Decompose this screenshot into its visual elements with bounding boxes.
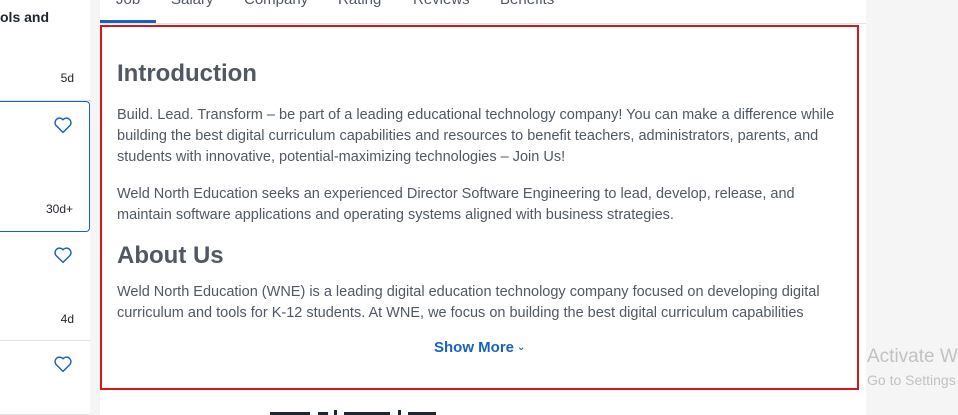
job-card[interactable]: ols and 5d bbox=[0, 0, 90, 101]
section-heading-introduction: Introduction bbox=[117, 60, 257, 87]
job-detail-panel: Job Salary Company Rating Reviews Benefi… bbox=[100, 0, 866, 415]
section-heading-about-us: About Us bbox=[117, 242, 224, 269]
job-card[interactable]: 4d bbox=[0, 232, 90, 341]
job-tabs: Job Salary Company Rating Reviews Benefi… bbox=[100, 0, 866, 24]
job-card[interactable] bbox=[0, 341, 90, 415]
tab-company[interactable]: Company bbox=[244, 0, 308, 8]
show-more-button[interactable]: Show More ⌄ bbox=[434, 339, 525, 356]
active-tab-indicator bbox=[100, 20, 156, 23]
windows-activation-watermark-sub: Go to Settings bbox=[867, 372, 956, 388]
tab-reviews[interactable]: Reviews bbox=[413, 0, 470, 8]
tab-benefits[interactable]: Benefits bbox=[500, 0, 554, 8]
description-paragraph: Build. Lead. Transform – be part of a le… bbox=[117, 107, 835, 165]
job-card-selected[interactable]: 30d+ bbox=[0, 101, 90, 232]
tab-salary[interactable]: Salary bbox=[171, 0, 214, 8]
heart-icon[interactable] bbox=[53, 355, 73, 373]
chevron-down-icon: ⌄ bbox=[517, 342, 526, 353]
tab-rating[interactable]: Rating bbox=[338, 0, 381, 8]
heart-icon[interactable] bbox=[53, 116, 73, 134]
description-paragraph: Weld North Education seeks an experience… bbox=[117, 186, 795, 223]
job-description-box: Introduction Build. Lead. Transform – be… bbox=[100, 25, 859, 390]
job-card-age: 30d+ bbox=[45, 202, 73, 216]
job-card-age: 4d bbox=[60, 312, 74, 326]
heart-icon[interactable] bbox=[53, 246, 73, 264]
job-description: Introduction Build. Lead. Transform – be… bbox=[117, 60, 842, 328]
job-list: ols and 5d 30d+ 4d bbox=[0, 0, 90, 415]
show-more-label: Show More bbox=[434, 339, 515, 356]
tab-job[interactable]: Job bbox=[116, 0, 140, 8]
windows-activation-watermark: Activate W bbox=[867, 346, 958, 367]
next-section-heading-partial bbox=[270, 406, 440, 415]
job-card-title[interactable]: ols and bbox=[0, 9, 49, 25]
partial-heading-glyphs bbox=[270, 410, 436, 415]
description-paragraph: Weld North Education (WNE) is a leading … bbox=[117, 284, 820, 321]
job-card-age: 5d bbox=[60, 71, 74, 85]
